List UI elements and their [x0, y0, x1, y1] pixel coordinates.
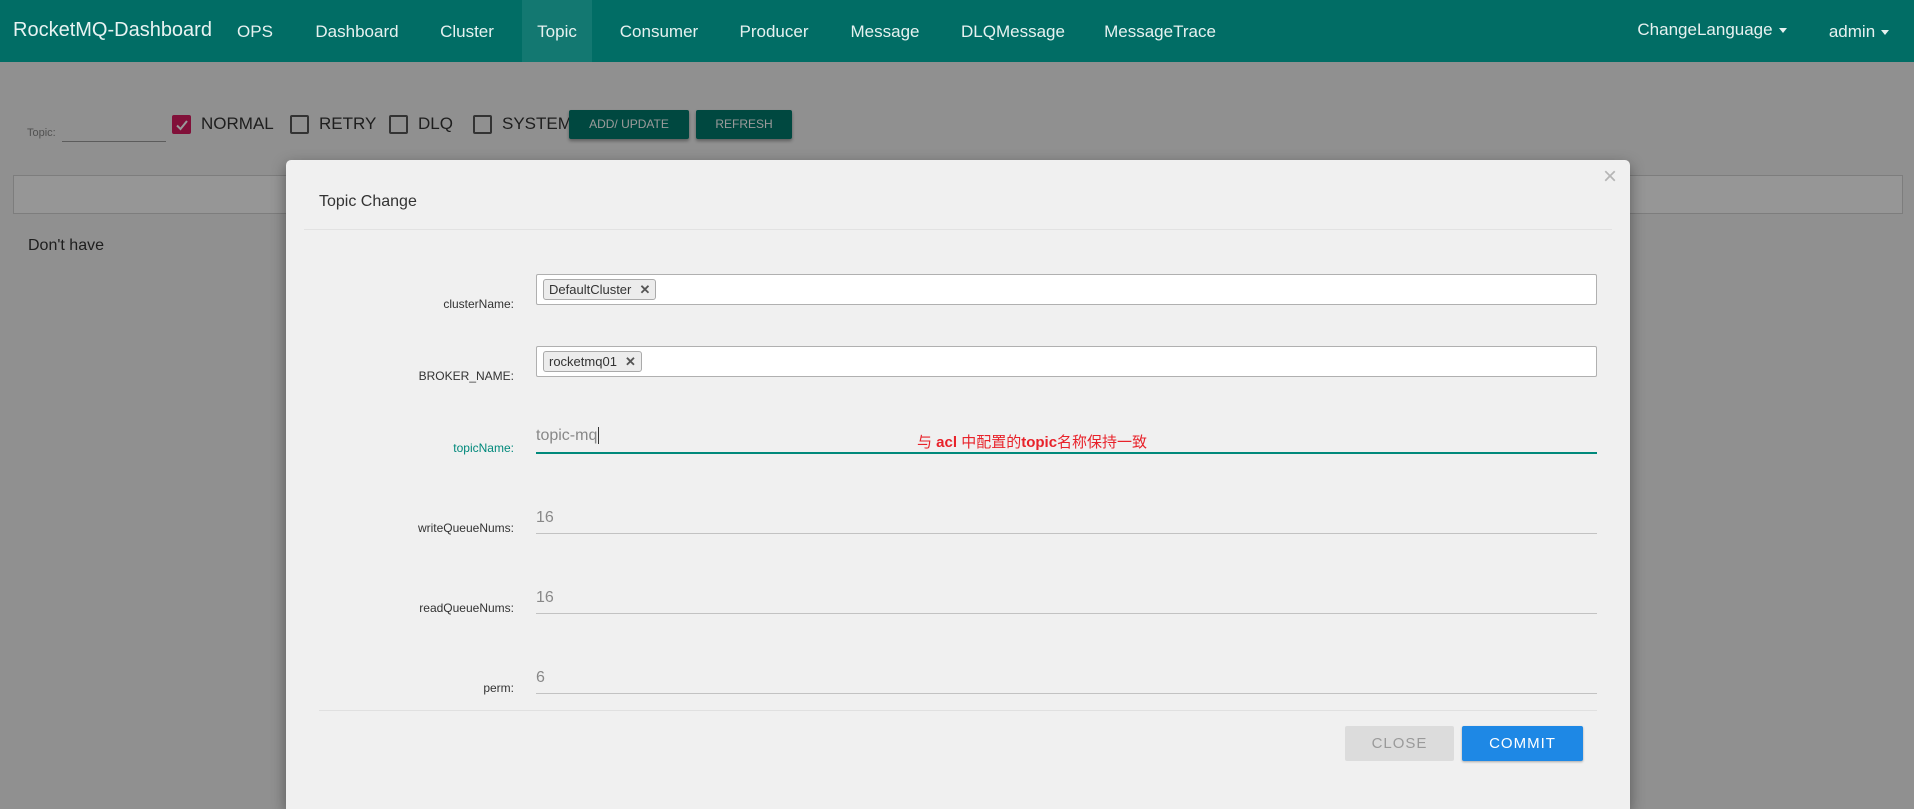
user-name: admin [1828, 22, 1876, 41]
user-menu-dropdown[interactable]: admin [1818, 0, 1900, 62]
remove-tag-icon[interactable]: ✕ [625, 352, 636, 371]
remove-tag-icon[interactable]: ✕ [639, 280, 650, 299]
nav-item-ops[interactable]: OPS [228, 0, 282, 62]
broker-tag-label: rocketmq01 [549, 354, 617, 369]
write-queue-nums-label: writeQueueNums: [417, 521, 514, 535]
nav-item-dashboard[interactable]: Dashboard [304, 0, 410, 62]
change-language-label: ChangeLanguage [1637, 20, 1773, 39]
caret-down-icon [1881, 30, 1890, 36]
broker-name-select[interactable]: rocketmq01 ✕ [536, 346, 1597, 377]
brand-title[interactable]: RocketMQ-Dashboard [13, 19, 212, 42]
nav-item-consumer[interactable]: Consumer [608, 0, 710, 62]
modal-title: Topic Change [319, 193, 417, 210]
topic-change-modal: × Topic Change clusterName: DefaultClust… [286, 160, 1630, 809]
cluster-tag: DefaultCluster ✕ [543, 279, 657, 300]
close-icon[interactable]: × [1603, 165, 1617, 189]
cluster-name-select[interactable]: DefaultCluster ✕ [536, 274, 1597, 305]
broker-tag: rocketmq01 ✕ [543, 351, 642, 372]
cluster-tag-label: DefaultCluster [549, 282, 632, 297]
topic-name-label: topicName: [453, 441, 514, 455]
perm-input[interactable]: 6 [536, 666, 1597, 694]
red-annotation-note: 与 acl 中配置的topic名称保持一致 [917, 434, 1148, 451]
perm-label: perm: [483, 681, 514, 695]
cluster-name-label: clusterName: [443, 297, 514, 311]
write-queue-nums-input[interactable]: 16 [536, 506, 1597, 534]
commit-button[interactable]: COMMIT [1462, 726, 1583, 761]
change-language-dropdown[interactable]: ChangeLanguage [1632, 0, 1792, 62]
read-queue-nums-label: readQueueNums: [419, 601, 514, 615]
nav-item-topic[interactable]: Topic [522, 0, 592, 62]
text-cursor [598, 427, 600, 445]
close-button[interactable]: CLOSE [1345, 726, 1454, 761]
caret-down-icon [1778, 28, 1787, 34]
nav-item-dlqmessage[interactable]: DLQMessage [948, 0, 1078, 62]
modal-footer-divider [319, 710, 1597, 711]
nav-item-messagetrace[interactable]: MessageTrace [1094, 0, 1226, 62]
read-queue-nums-input[interactable]: 16 [536, 586, 1597, 614]
nav-item-message[interactable]: Message [838, 0, 932, 62]
nav-item-producer[interactable]: Producer [726, 0, 822, 62]
nav-item-cluster[interactable]: Cluster [426, 0, 508, 62]
broker-name-label: BROKER_NAME: [418, 369, 514, 383]
top-navbar: RocketMQ-Dashboard OPS Dashboard Cluster… [0, 0, 1914, 62]
modal-header-divider [304, 229, 1612, 230]
topic-name-value: topic-mq [536, 427, 598, 444]
